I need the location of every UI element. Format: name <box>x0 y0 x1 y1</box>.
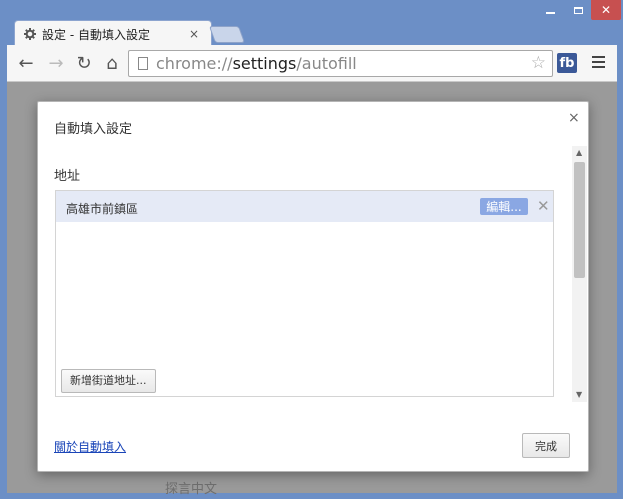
minimize-button[interactable] <box>536 0 565 20</box>
url-path: /autofill <box>296 54 357 73</box>
tab-title: 設定 - 自動填入設定 <box>42 27 150 42</box>
hamburger-icon <box>592 56 605 58</box>
close-icon: ✕ <box>600 3 612 17</box>
maximize-button[interactable] <box>565 0 591 20</box>
url-host: settings <box>232 54 297 73</box>
autofill-settings-dialog: 自動填入設定 × 地址 高雄市前鎮區 編輯... ✕ 新增街道地址... ▲ ▼… <box>37 101 589 472</box>
minimize-icon <box>546 11 555 14</box>
scroll-thumb[interactable] <box>574 162 585 278</box>
reload-icon: ↻ <box>76 52 92 74</box>
toolbar: ← → ↻ ⌂ chrome://settings/autofill ☆ fb <box>7 45 617 82</box>
hamburger-icon-line <box>592 61 605 63</box>
delete-address-icon[interactable]: ✕ <box>537 197 550 215</box>
menu-button[interactable] <box>592 56 605 71</box>
about-autofill-link[interactable]: 關於自動填入 <box>54 438 126 455</box>
dialog-scrollbar[interactable]: ▲ ▼ <box>572 146 587 402</box>
address-list-item[interactable]: 高雄市前鎮區 編輯... ✕ <box>56 191 553 222</box>
address-section-title: 地址 <box>54 169 81 184</box>
background-page-text: 探言中文 <box>165 482 218 497</box>
back-button[interactable]: ← <box>15 45 37 81</box>
address-label: 高雄市前鎮區 <box>66 202 139 216</box>
page-icon <box>138 57 148 70</box>
dialog-close-icon[interactable]: × <box>568 110 580 126</box>
address-bar[interactable]: chrome://settings/autofill ☆ <box>128 50 553 77</box>
reload-button[interactable]: ↻ <box>73 45 95 81</box>
maximize-icon <box>573 6 583 14</box>
url-scheme: chrome:// <box>156 54 233 73</box>
forward-arrow-icon: → <box>48 52 64 74</box>
back-arrow-icon: ← <box>18 52 34 74</box>
bookmark-star-icon[interactable]: ☆ <box>531 53 546 73</box>
scroll-up-icon[interactable]: ▲ <box>576 148 582 157</box>
tab-content: 設定 - 自動填入設定 <box>24 25 150 43</box>
scroll-down-icon[interactable]: ▼ <box>576 390 582 399</box>
hamburger-icon-line <box>592 66 605 68</box>
tab-close-icon[interactable]: × <box>189 27 199 41</box>
new-tab-button[interactable] <box>208 26 246 43</box>
forward-button[interactable]: → <box>45 45 67 81</box>
home-icon: ⌂ <box>106 52 118 74</box>
address-list: 高雄市前鎮區 編輯... ✕ 新增街道地址... <box>55 190 554 397</box>
close-window-button[interactable]: ✕ <box>591 0 621 20</box>
home-button[interactable]: ⌂ <box>101 45 123 81</box>
add-address-button[interactable]: 新增街道地址... <box>61 369 156 393</box>
edit-address-button[interactable]: 編輯... <box>480 198 528 215</box>
done-button[interactable]: 完成 <box>522 433 570 458</box>
dialog-title: 自動填入設定 <box>54 122 133 137</box>
gear-icon <box>24 28 36 40</box>
facebook-extension-icon[interactable]: fb <box>557 53 577 73</box>
url-text: chrome://settings/autofill <box>156 54 357 73</box>
